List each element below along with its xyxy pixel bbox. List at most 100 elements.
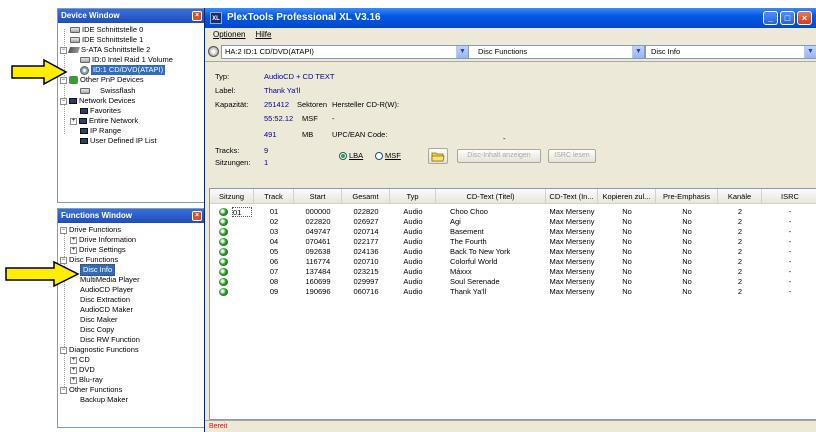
expand-icon[interactable]: +	[70, 236, 77, 244]
tree-item-label: CD	[79, 355, 90, 364]
audio-track-icon	[219, 248, 228, 256]
table-row[interactable]: 07 137484 023215 Audio Máxxx Max Merseny No No 2…	[210, 267, 816, 277]
col-header-pre-emphasis[interactable]: Pre-Emphasis	[656, 189, 718, 204]
col-header-cdtext-interpret[interactable]: CD-Text (In...	[546, 189, 598, 204]
cell-type: Audio	[403, 207, 423, 216]
col-header-cdtext-title[interactable]: CD-Text (Titel)	[436, 189, 546, 204]
tree-item-audiocd-maker[interactable]: AudioCD Maker	[80, 305, 133, 315]
collapse-icon[interactable]: −	[60, 386, 67, 394]
radio-msf[interactable]: MSF	[375, 151, 401, 160]
collapse-icon[interactable]: −	[60, 46, 67, 54]
tree-item-disc-maker[interactable]: Disc Maker	[80, 315, 118, 325]
table-row[interactable]: 09 190696 060716 Audio Thank Ya'll Max Mersen…	[210, 287, 816, 297]
expand-icon[interactable]: +	[70, 376, 77, 384]
tree-item-ip-range[interactable]: IP Range	[80, 126, 121, 136]
tree-item-drive-settings[interactable]: + Drive Settings	[70, 245, 126, 255]
tree-item-user-ip-list[interactable]: User Defined IP List	[80, 136, 157, 146]
table-row[interactable]: 03 049747 020714 Audio Basement Max Merseny No…	[210, 227, 816, 237]
radio-msf-dot[interactable]	[375, 151, 383, 160]
tree-item-favorites[interactable]: Favorites	[80, 106, 121, 116]
table-row[interactable]: 04 070461 022177 Audio The Fourth Max Merseny…	[210, 237, 816, 247]
tree-item-pnp[interactable]: − Other PnP Devices	[60, 75, 144, 85]
tree-item-backup-maker[interactable]: Backup Maker	[80, 395, 128, 405]
collapse-icon[interactable]: −	[60, 346, 67, 354]
cell-session: 01	[232, 207, 252, 217]
collapse-icon[interactable]: −	[60, 97, 67, 105]
highlight-arrow-icon	[5, 260, 80, 288]
chevron-down-icon[interactable]: ▼	[632, 46, 644, 58]
tree-item-swissflash[interactable]: Swissflash	[80, 86, 135, 96]
col-header-total[interactable]: Gesamt	[342, 189, 390, 204]
close-icon[interactable]: ×	[192, 11, 202, 21]
open-folder-button[interactable]	[428, 148, 448, 164]
tree-item-label: Other PnP Devices	[80, 75, 144, 84]
tree-item-label: Disc RW Function	[80, 335, 140, 344]
tree-item-drive-information[interactable]: + Drive Information	[70, 235, 136, 245]
tree-item-drive-functions[interactable]: − Drive Functions	[60, 225, 121, 235]
cd-drive-icon	[80, 65, 89, 75]
menu-optionen[interactable]: Optionen	[213, 28, 245, 42]
col-header-start[interactable]: Start	[294, 189, 342, 204]
read-isrc-button[interactable]: ISRC lesen	[548, 149, 596, 163]
mb-value: 491	[264, 130, 277, 139]
cell-isrc: -	[788, 257, 792, 266]
close-icon[interactable]: ×	[192, 211, 202, 221]
expand-icon[interactable]: +	[70, 366, 77, 374]
tree-item-cd-dvd-drive[interactable]: ID:1 CD/DVD(ATAPI)	[80, 65, 166, 75]
col-header-channels[interactable]: Kanäle	[718, 189, 762, 204]
close-button[interactable]: ×	[797, 11, 812, 25]
tree-item-disc-copy[interactable]: Disc Copy	[80, 325, 114, 335]
tree-item-ide1[interactable]: IDE Schnittstelle 1	[70, 35, 143, 45]
device-select[interactable]: HA:2 ID:1 CD/DVD(ATAPI) ▼	[221, 45, 469, 59]
maximize-button[interactable]: □	[780, 11, 795, 25]
cell-title: Back To New York	[450, 247, 511, 256]
subfunction-select[interactable]: Disc Info ▼	[645, 45, 816, 59]
col-header-track[interactable]: Track	[254, 189, 294, 204]
tree-item-network[interactable]: − Network Devices	[60, 96, 135, 106]
table-row[interactable]: 02 022820 026927 Audio Agi Max Merseny No No 2 -	[210, 217, 816, 227]
col-header-session[interactable]: Sitzung	[210, 189, 254, 204]
chevron-down-icon[interactable]: ▼	[456, 46, 468, 58]
cell-channels: 2	[737, 227, 743, 236]
status-text: Bereit	[209, 423, 228, 430]
table-row[interactable]: 01 01 000000 022820 Audio Choo Choo Max Mersen…	[210, 207, 816, 217]
expand-icon[interactable]: +	[70, 356, 77, 364]
tree-item-diagnostic-functions[interactable]: − Diagnostic Functions	[60, 345, 139, 355]
tree-item-label: IDE Schnittstelle 0	[82, 25, 144, 34]
tree-item-cd[interactable]: + CD	[70, 355, 90, 365]
minimize-button[interactable]: _	[763, 11, 778, 25]
col-header-copy-allowed[interactable]: Kopieren zul...	[598, 189, 656, 204]
function-select-value: Disc Functions	[478, 47, 528, 56]
ide-icon	[70, 37, 80, 43]
tree-item-audiocd-player[interactable]: AudioCD Player	[80, 285, 133, 295]
tree-item-ide0[interactable]: IDE Schnittstelle 0	[70, 25, 143, 35]
function-select[interactable]: Disc Functions ▼	[468, 45, 645, 59]
tree-item-other-functions[interactable]: − Other Functions	[60, 385, 122, 395]
table-row[interactable]: 06 116774 020710 Audio Colorful World Max Mer…	[210, 257, 816, 267]
cell-interpret: Max Merseny	[549, 207, 595, 216]
chevron-down-icon[interactable]: ▼	[804, 46, 816, 58]
device-select-value: HA:2 ID:1 CD/DVD(ATAPI)	[225, 47, 314, 56]
table-row[interactable]: 05 092638 024136 Audio Back To New York Max M…	[210, 247, 816, 257]
tree-item-disc-extraction[interactable]: Disc Extraction	[80, 295, 130, 305]
tree-item-disc-rw-function[interactable]: Disc RW Function	[80, 335, 140, 345]
tree-item-multimedia-player[interactable]: MultiMedia Player	[80, 275, 140, 285]
radio-lba-dot[interactable]	[339, 151, 347, 160]
cell-interpret: Max Merseny	[549, 247, 595, 256]
expand-icon[interactable]: +	[70, 117, 77, 125]
collapse-icon[interactable]: −	[60, 226, 67, 234]
menu-hilfe[interactable]: Hilfe	[255, 28, 271, 42]
tree-item-entire-network[interactable]: + Entire Network	[70, 116, 138, 126]
col-header-isrc[interactable]: ISRC	[762, 189, 816, 204]
tree-item-blu-ray[interactable]: + Blu-ray	[70, 375, 103, 385]
expand-icon[interactable]: +	[70, 246, 77, 254]
tree-item-raid-volume[interactable]: ID:0 Intel Raid 1 Volume	[80, 55, 173, 65]
cell-track: 09	[269, 287, 279, 296]
table-row[interactable]: 08 160699 029997 Audio Soul Serenade Max Mers…	[210, 277, 816, 287]
radio-lba[interactable]: LBA	[339, 151, 363, 160]
tree-item-sata2[interactable]: − S-ATA Schnittstelle 2	[60, 45, 150, 55]
tree-item-disc-info[interactable]: Disc Info	[80, 264, 116, 276]
tree-item-dvd[interactable]: + DVD	[70, 365, 95, 375]
col-header-type[interactable]: Typ	[390, 189, 436, 204]
show-disc-content-button[interactable]: Disc-Inhalt anzeigen	[457, 149, 541, 163]
